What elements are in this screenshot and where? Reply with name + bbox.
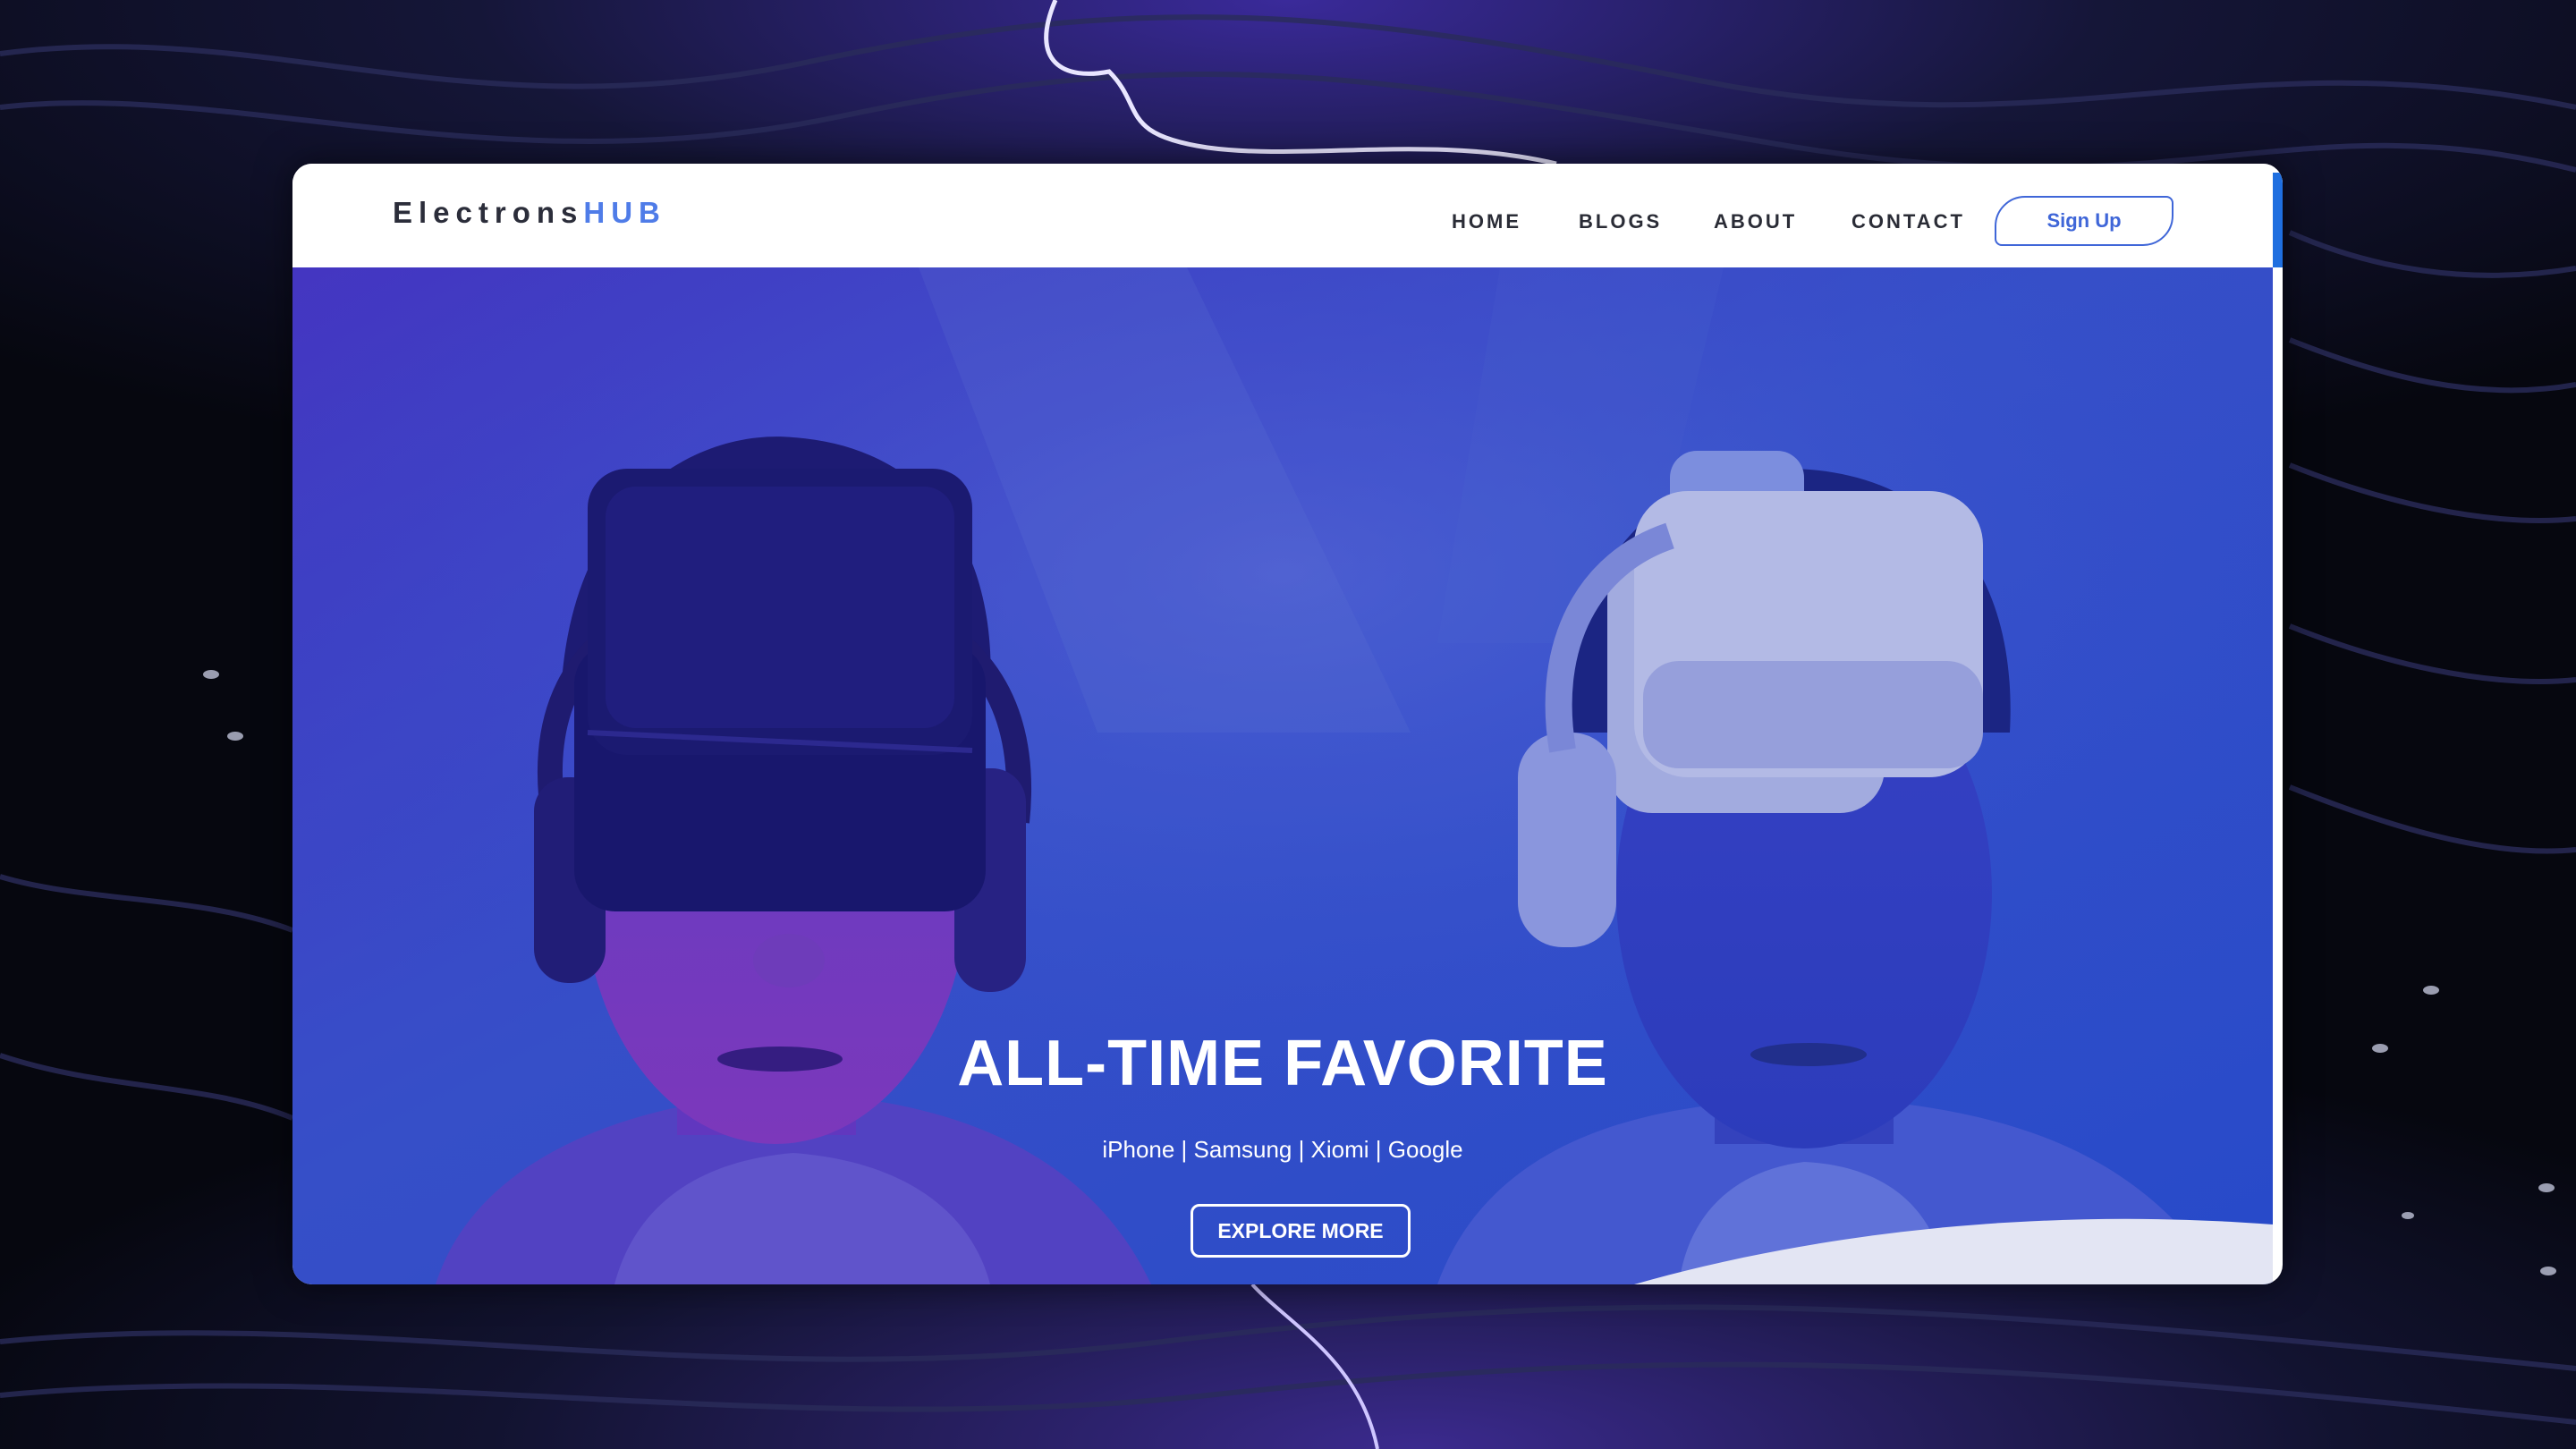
- brand-name-part2: HUB: [583, 196, 666, 229]
- signup-button[interactable]: Sign Up: [1995, 196, 2174, 246]
- nav-contact[interactable]: CONTACT: [1852, 210, 1965, 233]
- hero-subtitle: iPhone | Samsung | Xiomi | Google: [1102, 1136, 1463, 1163]
- explore-more-button[interactable]: EXPLORE MORE: [1191, 1204, 1411, 1258]
- hero-section: ALL-TIME FAVORITE iPhone | Samsung | Xio…: [292, 267, 2273, 1284]
- nav-home[interactable]: HOME: [1452, 210, 1521, 233]
- nav-about[interactable]: ABOUT: [1714, 210, 1797, 233]
- brand-name-part1: Electrons: [393, 196, 584, 229]
- scrollbar[interactable]: [2273, 173, 2283, 267]
- hero-title: ALL-TIME FAVORITE: [957, 1028, 1608, 1099]
- navbar: ElectronsHUB HOME BLOGS ABOUT CONTACT Si…: [292, 164, 2283, 267]
- brand-logo[interactable]: ElectronsHUB: [393, 196, 666, 230]
- hero-image: [292, 267, 2273, 1284]
- nav-blogs[interactable]: BLOGS: [1579, 210, 1662, 233]
- website-window: ElectronsHUB HOME BLOGS ABOUT CONTACT Si…: [292, 164, 2283, 1284]
